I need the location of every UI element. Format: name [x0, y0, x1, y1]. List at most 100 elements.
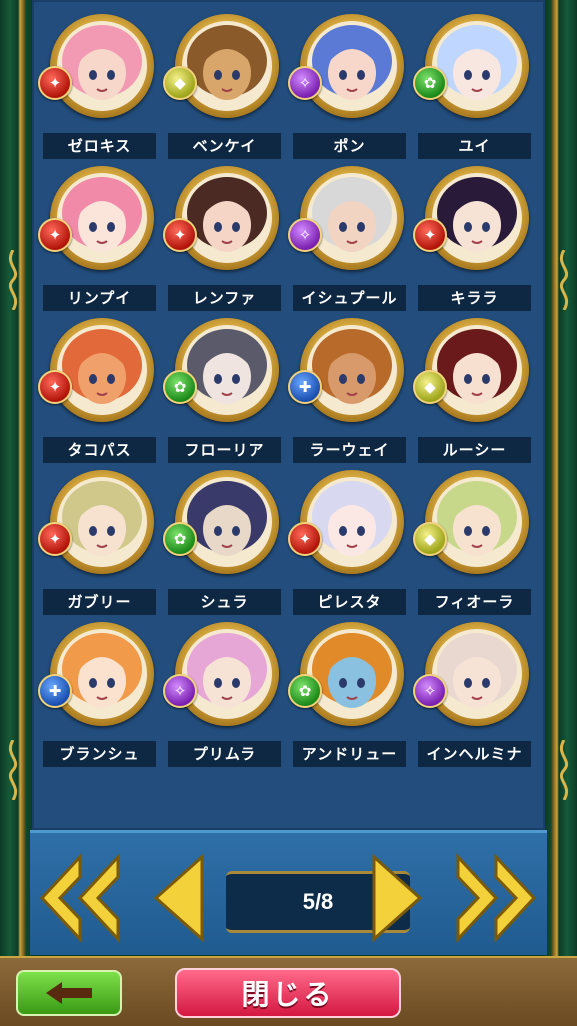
character-portrait — [300, 318, 404, 422]
character-card[interactable]: ✿ シュラ — [163, 456, 288, 615]
character-illustration — [182, 629, 272, 719]
character-face — [182, 21, 272, 111]
attribute-red-icon: ✦ — [163, 218, 197, 252]
previous-page-button[interactable] — [152, 853, 206, 943]
character-card[interactable]: ✿ アンドリュー — [288, 608, 413, 767]
character-card[interactable]: ✦ リンプイ — [38, 152, 163, 311]
attribute-yellow-icon: ◆ — [163, 66, 197, 100]
character-card[interactable]: ✚ ブランシュ — [38, 608, 163, 767]
character-card[interactable]: ✧ プリムラ — [163, 608, 288, 767]
character-card[interactable]: ✿ フローリア — [163, 304, 288, 463]
character-illustration — [307, 325, 397, 415]
character-illustration — [307, 629, 397, 719]
character-card[interactable]: ✦ ガブリー — [38, 456, 163, 615]
character-face — [182, 325, 272, 415]
attribute-green-icon: ✿ — [413, 66, 447, 100]
character-illustration — [432, 477, 522, 567]
character-card[interactable]: ◆ フィオーラ — [413, 456, 538, 615]
character-portrait — [300, 470, 404, 574]
first-page-button[interactable] — [38, 853, 122, 943]
character-portrait — [175, 14, 279, 118]
character-card[interactable]: ✚ ラーウェイ — [288, 304, 413, 463]
character-face — [432, 325, 522, 415]
character-name: インヘルミナ — [418, 741, 531, 767]
character-illustration — [432, 21, 522, 111]
attribute-purple-icon: ✧ — [288, 218, 322, 252]
character-face — [307, 477, 397, 567]
character-face — [307, 325, 397, 415]
left-flourish-ornament — [8, 250, 18, 310]
character-portrait — [300, 622, 404, 726]
character-face — [432, 21, 522, 111]
character-card[interactable]: ✧ イシュプール — [288, 152, 413, 311]
character-face — [57, 173, 147, 263]
character-card[interactable]: ✦ レンファ — [163, 152, 288, 311]
character-portrait — [50, 318, 154, 422]
back-button[interactable] — [16, 970, 122, 1016]
character-card[interactable]: ✦ ピレスタ — [288, 456, 413, 615]
character-face — [57, 477, 147, 567]
attribute-blue-icon: ✚ — [38, 674, 72, 708]
character-illustration — [57, 325, 147, 415]
attribute-green-icon: ✿ — [163, 522, 197, 556]
character-portrait — [175, 622, 279, 726]
character-name: アンドリュー — [293, 741, 406, 767]
attribute-red-icon: ✦ — [38, 66, 72, 100]
character-name: プリムラ — [168, 741, 281, 767]
character-portrait — [425, 14, 529, 118]
next-page-button[interactable] — [370, 853, 424, 943]
character-illustration — [182, 477, 272, 567]
character-illustration — [307, 173, 397, 263]
attribute-red-icon: ✦ — [413, 218, 447, 252]
character-illustration — [57, 629, 147, 719]
character-portrait — [300, 14, 404, 118]
character-illustration — [307, 477, 397, 567]
character-illustration — [57, 173, 147, 263]
character-name: ブランシュ — [43, 741, 156, 767]
back-arrow-icon — [46, 982, 92, 1004]
character-card[interactable]: ✧ インヘルミナ — [413, 608, 538, 767]
character-illustration — [57, 477, 147, 567]
attribute-yellow-icon: ◆ — [413, 522, 447, 556]
attribute-green-icon: ✿ — [163, 370, 197, 404]
right-flourish-ornament — [559, 250, 569, 310]
last-page-button[interactable] — [454, 853, 538, 943]
character-face — [307, 173, 397, 263]
character-face — [307, 629, 397, 719]
attribute-purple-icon: ✧ — [413, 674, 447, 708]
character-portrait — [425, 166, 529, 270]
character-card[interactable]: ✦ ゼロキス — [38, 0, 163, 159]
attribute-red-icon: ✦ — [38, 370, 72, 404]
character-face — [432, 629, 522, 719]
attribute-red-icon: ✦ — [288, 522, 322, 556]
character-card[interactable]: ✦ キララ — [413, 152, 538, 311]
character-card[interactable]: ◆ ベンケイ — [163, 0, 288, 159]
character-illustration — [432, 325, 522, 415]
character-card[interactable]: ✧ ポン — [288, 0, 413, 159]
close-button[interactable]: 閉じる — [175, 968, 401, 1018]
character-portrait — [425, 318, 529, 422]
character-portrait — [50, 14, 154, 118]
character-portrait — [50, 166, 154, 270]
attribute-purple-icon: ✧ — [163, 674, 197, 708]
attribute-purple-icon: ✧ — [288, 66, 322, 100]
character-card[interactable]: ✿ ユイ — [413, 0, 538, 159]
character-face — [182, 629, 272, 719]
character-card[interactable]: ◆ ルーシー — [413, 304, 538, 463]
character-illustration — [432, 173, 522, 263]
character-face — [57, 21, 147, 111]
character-illustration — [182, 325, 272, 415]
character-face — [182, 477, 272, 567]
character-face — [432, 173, 522, 263]
character-card[interactable]: ✦ タコパス — [38, 304, 163, 463]
character-portrait — [50, 470, 154, 574]
attribute-green-icon: ✿ — [288, 674, 322, 708]
attribute-yellow-icon: ◆ — [413, 370, 447, 404]
attribute-red-icon: ✦ — [38, 522, 72, 556]
character-face — [432, 477, 522, 567]
character-face — [57, 629, 147, 719]
character-face — [182, 173, 272, 263]
bottom-bar: 閉じる — [0, 956, 577, 1026]
character-illustration — [307, 21, 397, 111]
double-right-arrow-icon — [456, 853, 537, 943]
